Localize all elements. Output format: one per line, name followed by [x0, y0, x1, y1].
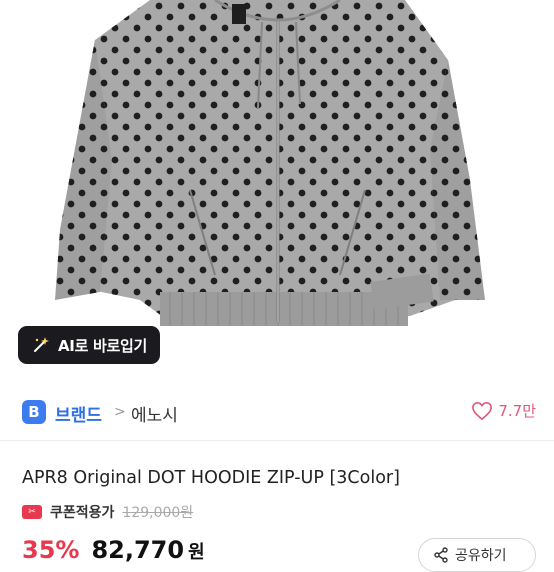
- brand-row: B 브랜드 > 에노시 7.7만: [0, 392, 554, 434]
- product-image[interactable]: AI로 바로입기: [0, 0, 554, 380]
- brand-name-link[interactable]: 에노시: [131, 401, 178, 426]
- discount-rate: 35%: [22, 536, 80, 564]
- like-button[interactable]: 7.7만: [471, 400, 536, 421]
- brand-badge-icon: B: [22, 400, 46, 424]
- ai-try-on-button[interactable]: AI로 바로입기: [18, 326, 160, 364]
- hoodie-image: [55, 0, 485, 326]
- original-price: 129,000원: [122, 505, 194, 521]
- heart-icon: [472, 401, 493, 420]
- sale-price-row: 35% 82,770 원: [22, 536, 205, 566]
- share-label: 공유하기: [455, 548, 507, 564]
- coupon-icon: ✂: [22, 505, 42, 519]
- ai-try-on-label: AI로 바로입기: [58, 336, 148, 355]
- coupon-label: 쿠폰적용가: [50, 505, 115, 521]
- magic-wand-icon: [34, 337, 49, 352]
- sale-price: 82,770: [91, 536, 185, 564]
- product-title: APR8 Original DOT HOODIE ZIP-UP [3Color]: [22, 468, 400, 488]
- coupon-price-row: ✂ 쿠폰적용가 129,000원: [22, 502, 193, 522]
- share-button[interactable]: 공유하기: [418, 538, 536, 572]
- currency-unit: 원: [188, 542, 205, 563]
- like-count: 7.7만: [498, 402, 536, 420]
- share-icon: [434, 547, 448, 563]
- brand-label[interactable]: 브랜드: [55, 401, 102, 426]
- divider: [0, 440, 554, 441]
- chevron-right-icon: >: [114, 404, 126, 420]
